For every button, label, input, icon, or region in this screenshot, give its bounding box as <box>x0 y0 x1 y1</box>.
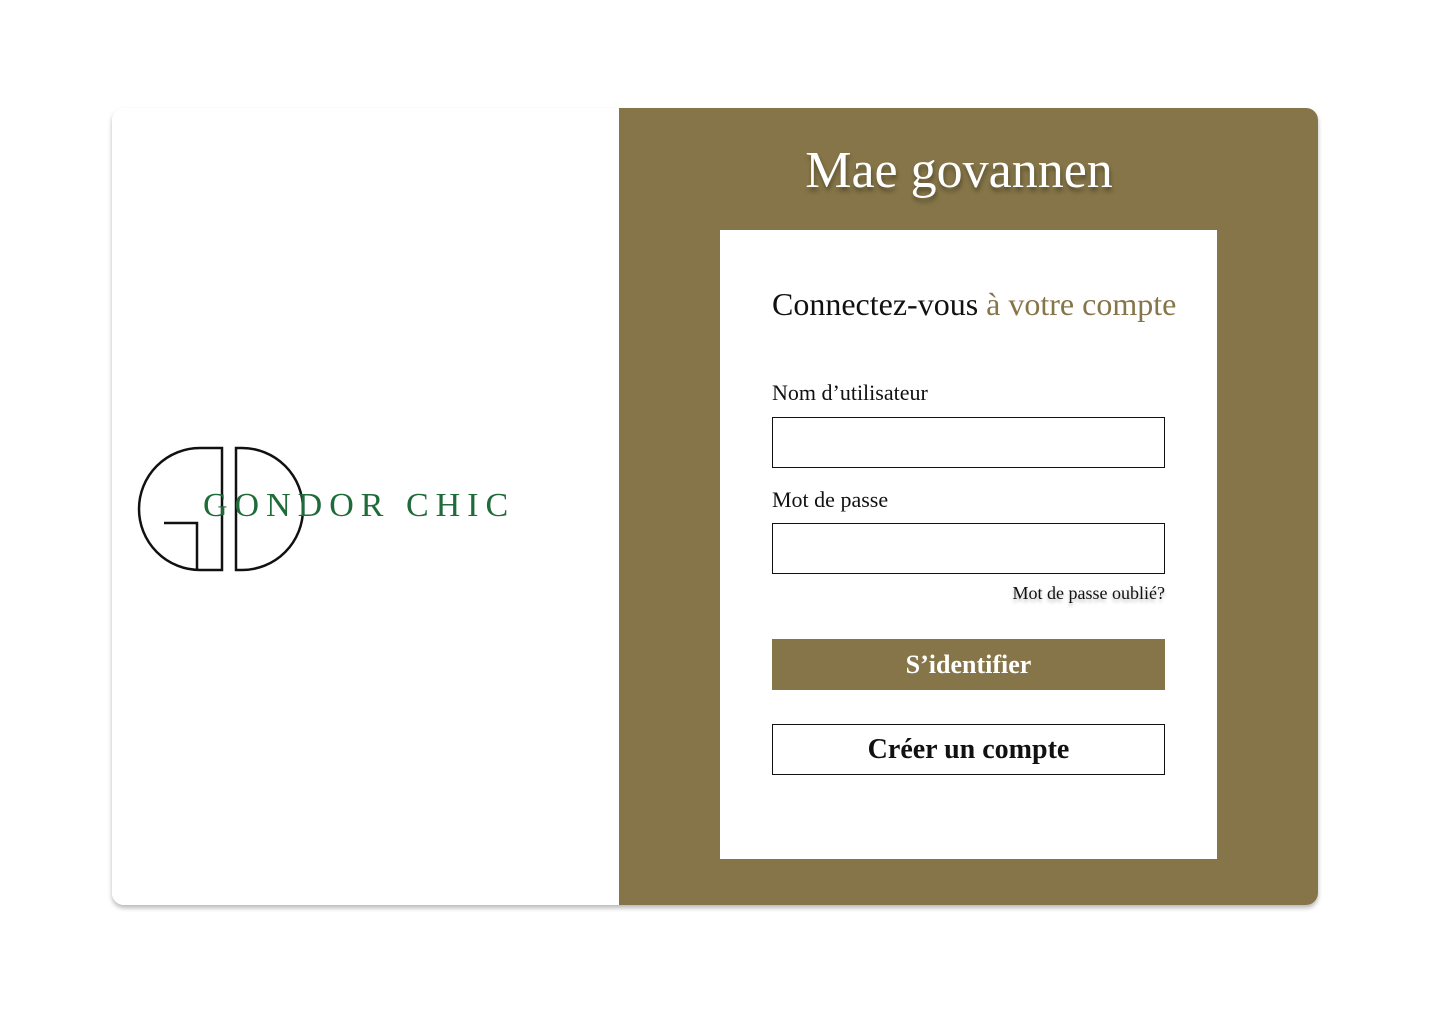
password-input[interactable] <box>772 523 1165 574</box>
password-label: Mot de passe <box>772 487 889 512</box>
brand-name: GONDOR CHIC <box>203 487 516 524</box>
login-button[interactable]: S’identifier <box>772 639 1165 690</box>
login-panel: Mae govannen Connectez-vous à votre comp… <box>619 108 1318 905</box>
form-title: Connectez-vous à votre compte <box>772 286 1176 323</box>
gondor-chic-monogram-icon <box>137 446 305 572</box>
welcome-title: Mae govannen <box>805 142 1113 199</box>
form-title-accent: à votre compte <box>986 286 1177 322</box>
username-label: Nom d’utilisateur <box>772 380 928 405</box>
brand-panel: GONDOR CHIC <box>112 108 619 905</box>
login-form: Connectez-vous à votre compte Nom d’util… <box>720 230 1217 859</box>
username-input[interactable] <box>772 417 1165 468</box>
forgot-password-link[interactable]: Mot de passe oublié? <box>1013 583 1165 604</box>
login-card: GONDOR CHIC Mae govannen Connectez-vous … <box>112 108 1318 905</box>
form-title-main: Connectez-vous <box>772 286 979 322</box>
create-account-button[interactable]: Créer un compte <box>772 724 1165 775</box>
